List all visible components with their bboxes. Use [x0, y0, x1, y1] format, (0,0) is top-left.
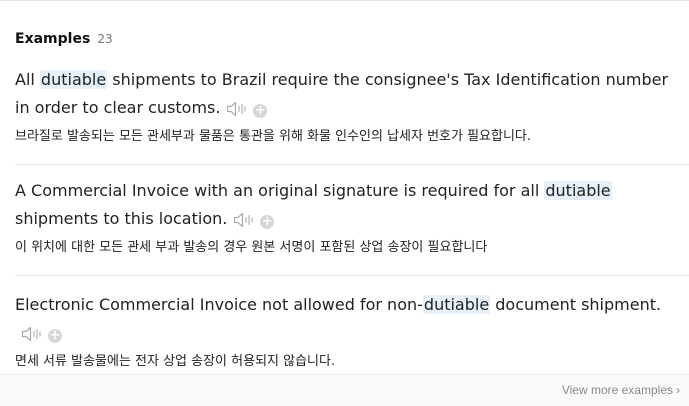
example-english: A Commercial Invoice with an original si… [15, 177, 687, 237]
example-english: Electronic Commercial Invoice not allowe… [15, 291, 687, 351]
example-english: All dutiable shipments to Brazil require… [15, 66, 687, 126]
add-icon[interactable]: + [260, 215, 275, 229]
example-korean: 브라질로 발송되는 모든 관세부과 물품은 통관을 위해 화물 인수인의 납세자… [15, 129, 532, 144]
example-korean: 면세 서류 발송물에는 전자 상업 송장이 허용되지 않습니다. [15, 354, 336, 369]
example-divider [15, 164, 689, 165]
example-korean: 이 위치에 대한 모든 관세 부과 발송의 경우 원본 서명이 포함된 상업 송… [15, 240, 488, 255]
add-icon[interactable]: + [48, 329, 62, 343]
view-more-label: View more examples [561, 383, 673, 397]
add-icon[interactable]: + [253, 104, 268, 118]
highlighted-term: dutiable [422, 295, 491, 314]
top-divider [0, 0, 689, 1]
examples-count: 23 [97, 32, 113, 46]
speaker-icon[interactable] [21, 323, 43, 351]
example-item: Electronic Commercial Invoice not allowe… [15, 291, 687, 372]
example-item: A Commercial Invoice with an original si… [15, 177, 687, 258]
view-more-examples-link[interactable]: View more examples › [562, 383, 680, 397]
speaker-icon[interactable] [233, 209, 255, 237]
highlighted-term: dutiable [39, 70, 108, 89]
chevron-right-icon: › [676, 383, 680, 397]
examples-header: Examples 23 [15, 29, 113, 48]
example-item: All dutiable shipments to Brazil require… [15, 66, 687, 147]
highlighted-term: dutiable [544, 181, 612, 200]
examples-title: Examples [15, 31, 91, 47]
speaker-icon[interactable] [226, 98, 248, 126]
example-divider [15, 275, 689, 276]
examples-footer: View more examples › [0, 374, 689, 406]
